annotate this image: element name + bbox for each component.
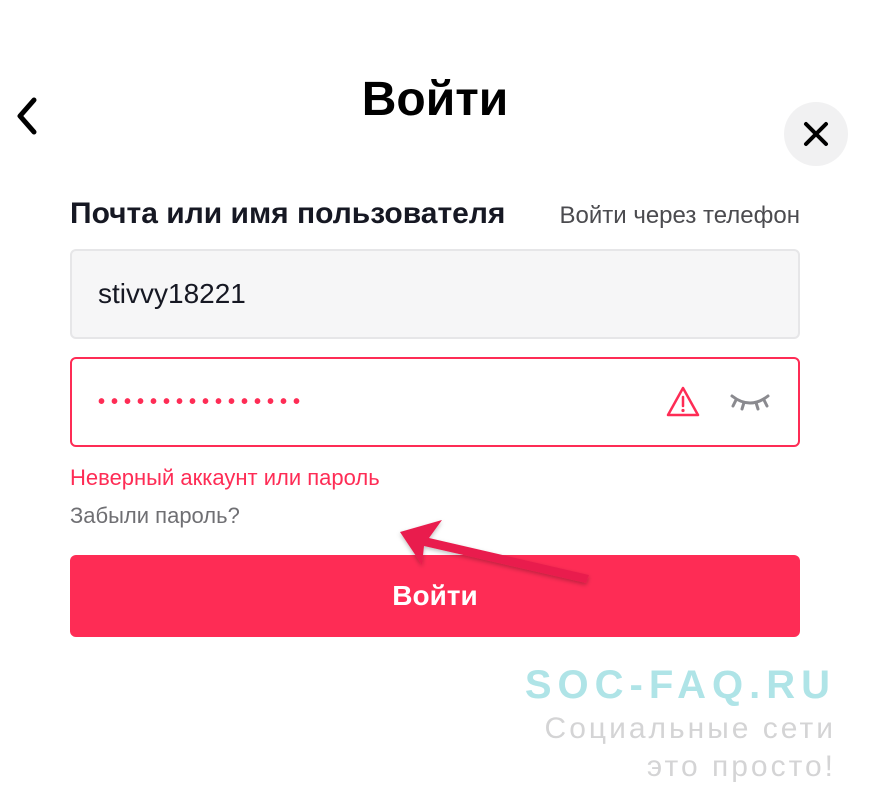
username-label: Почта или имя пользователя [70, 197, 505, 231]
watermark-line1: SOC-FAQ.RU [525, 663, 836, 708]
password-icons [666, 385, 772, 419]
close-button[interactable] [784, 102, 848, 166]
login-button[interactable]: Войти [70, 555, 800, 637]
password-input-box[interactable]: •••••••••••••••• [70, 357, 800, 447]
close-icon [802, 120, 830, 148]
page-title: Войти [0, 72, 870, 127]
login-form: Почта или имя пользователя Войти через т… [70, 197, 800, 637]
watermark-line3: это просто! [525, 750, 836, 784]
chevron-left-icon [14, 96, 38, 136]
eye-closed-icon[interactable] [728, 390, 772, 414]
forgot-password-link[interactable]: Забыли пароль? [70, 503, 800, 529]
label-row: Почта или имя пользователя Войти через т… [70, 197, 800, 231]
password-input[interactable]: •••••••••••••••• [98, 391, 666, 414]
error-message: Неверный аккаунт или пароль [70, 465, 800, 491]
back-button[interactable] [6, 96, 46, 136]
username-input-box[interactable]: stivvy18221 [70, 249, 800, 339]
username-input[interactable]: stivvy18221 [98, 278, 772, 310]
watermark-line2: Социальные сети [525, 712, 836, 746]
phone-login-link[interactable]: Войти через телефон [560, 202, 801, 230]
warning-icon [666, 385, 700, 419]
